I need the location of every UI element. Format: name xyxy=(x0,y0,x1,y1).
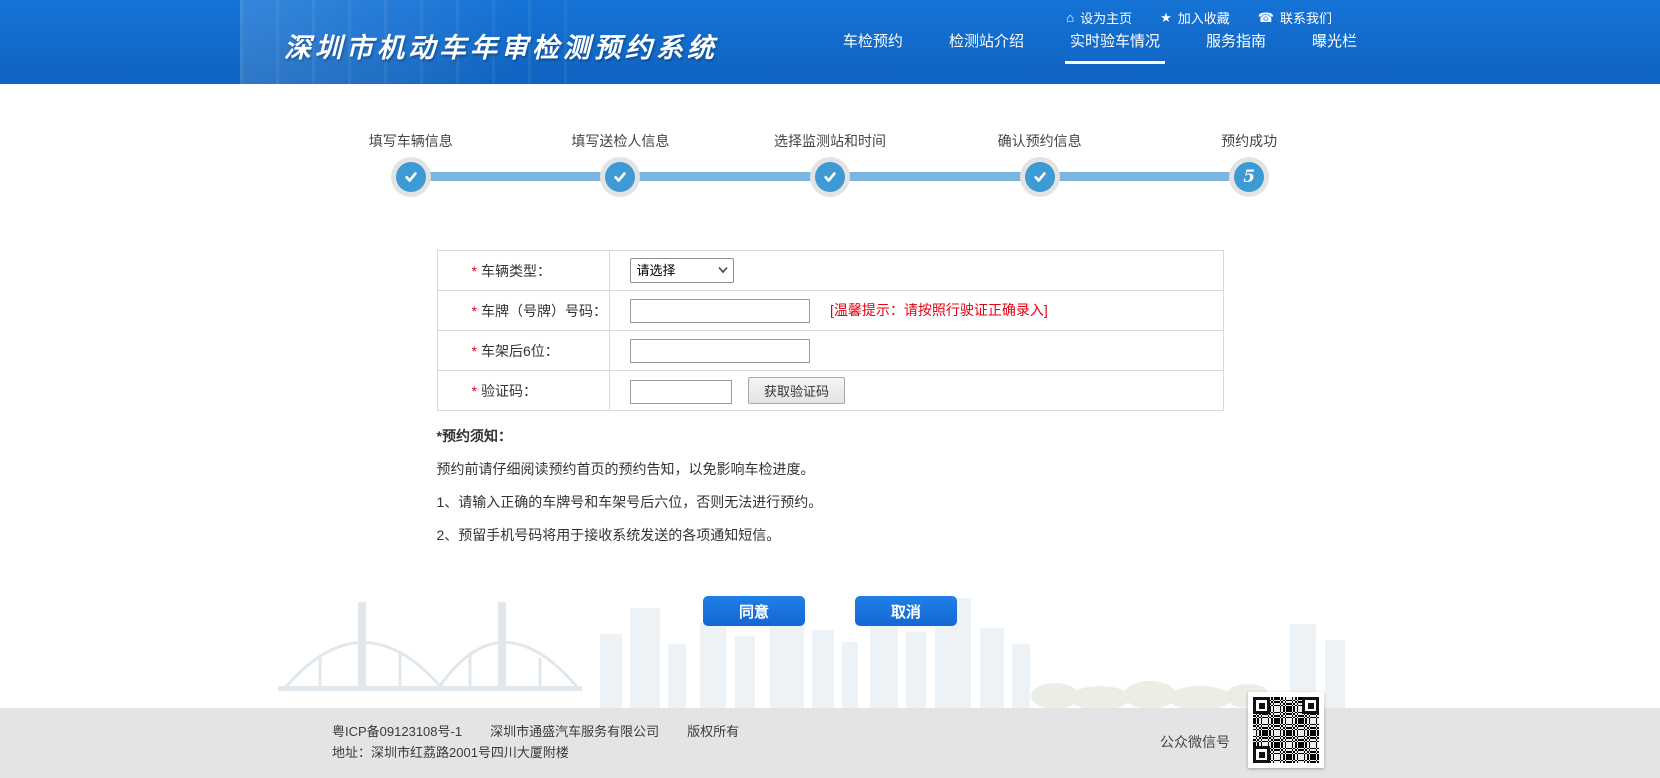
plate-number-hint: [温馨提示：请按照行驶证正确录入] xyxy=(830,302,1048,318)
main-nav: 车检预约 检测站介绍 实时验车情况 服务指南 曝光栏 xyxy=(820,32,1380,64)
set-homepage-label: 设为主页 xyxy=(1080,8,1132,27)
step-5-marker: 5 xyxy=(1234,162,1264,192)
wechat-qr-code xyxy=(1248,692,1324,768)
step-label: 确认预约信息 xyxy=(998,132,1082,150)
step-2-fill-inspector-info: 填写送检人信息 xyxy=(516,132,726,192)
step-3-marker xyxy=(815,162,845,192)
appointment-form-table: *车辆类型： 请选择 *车牌（号牌）号码： [温馨提示：请按照行驶证正确录入] xyxy=(437,250,1224,411)
step-label: 选择监测站和时间 xyxy=(774,132,886,150)
form-row-captcha: *验证码： 获取验证码 xyxy=(437,371,1223,411)
captcha-label: 验证码： xyxy=(481,383,537,399)
cancel-button[interactable]: 取消 xyxy=(855,596,957,626)
chassis-last6-input-cell xyxy=(609,331,1223,371)
nav-item-realtime-inspection-status[interactable]: 实时验车情况 xyxy=(1047,32,1183,64)
vehicle-type-label-cell: *车辆类型： xyxy=(437,251,609,291)
required-asterisk: * xyxy=(472,343,477,359)
contact-us-link[interactable]: ☎ 联系我们 xyxy=(1258,8,1332,27)
required-asterisk: * xyxy=(472,263,477,279)
form-row-chassis-last6: *车架后6位： xyxy=(437,331,1223,371)
notice-intro: 预约前请仔细阅读预约首页的预约告知，以免影响车检进度。 xyxy=(437,460,1224,478)
contact-us-label: 联系我们 xyxy=(1280,8,1332,27)
topbar: ⌂ 设为主页 ★ 加入收藏 ☎ 联系我们 xyxy=(1066,8,1332,27)
qr-finder-icon xyxy=(1302,697,1319,714)
vehicle-type-select[interactable]: 请选择 xyxy=(630,258,734,283)
captcha-input-cell: 获取验证码 xyxy=(609,371,1223,411)
site-header: ⌂ 设为主页 ★ 加入收藏 ☎ 联系我们 深圳市机动车年审检测预约系统 车检预约… xyxy=(0,0,1660,84)
star-icon: ★ xyxy=(1160,11,1172,24)
wechat-account-label: 公众微信号 xyxy=(1160,732,1230,752)
get-captcha-button[interactable]: 获取验证码 xyxy=(748,377,845,404)
chassis-last6-label: 车架后6位： xyxy=(481,343,559,359)
form-row-plate-number: *车牌（号牌）号码： [温馨提示：请按照行驶证正确录入] xyxy=(437,291,1223,331)
agree-button[interactable]: 同意 xyxy=(703,596,805,626)
phone-icon: ☎ xyxy=(1258,11,1274,24)
required-asterisk: * xyxy=(472,303,477,319)
footer-text: 粤ICP备09123108号-1 深圳市通盛汽车服务有限公司 版权所有 地址：深圳市… xyxy=(280,708,739,763)
page: ⌂ 设为主页 ★ 加入收藏 ☎ 联系我们 深圳市机动车年审检测预约系统 车检预约… xyxy=(0,0,1660,778)
chassis-last6-input[interactable] xyxy=(630,339,810,363)
appointment-notice: *预约须知： 预约前请仔细阅读预约首页的预约告知，以免影响车检进度。 1、请输入… xyxy=(437,427,1224,544)
add-favorites-label: 加入收藏 xyxy=(1178,8,1230,27)
footer-inner: 粤ICP备09123108号-1 深圳市通盛汽车服务有限公司 版权所有 地址：深圳市… xyxy=(280,708,1380,778)
nav-item-service-guide[interactable]: 服务指南 xyxy=(1183,32,1289,64)
check-icon xyxy=(1032,169,1048,185)
step-4-marker xyxy=(1025,162,1055,192)
page-footer: 粤ICP备09123108号-1 深圳市通盛汽车服务有限公司 版权所有 地址：深圳市… xyxy=(0,708,1660,778)
nav-item-vehicle-inspection-booking[interactable]: 车检预约 xyxy=(820,32,926,64)
step-2-marker xyxy=(605,162,635,192)
captcha-label-cell: *验证码： xyxy=(437,371,609,411)
plate-number-label-cell: *车牌（号牌）号码： xyxy=(437,291,609,331)
step-4-confirm-appointment: 确认预约信息 xyxy=(935,132,1145,192)
notice-title: *预约须知： xyxy=(437,427,1224,445)
set-homepage-link[interactable]: ⌂ 设为主页 xyxy=(1066,8,1132,27)
notice-item-2: 2、预留手机号码将用于接收系统发送的各项通知短信。 xyxy=(437,526,1224,544)
plate-number-input-cell: [温馨提示：请按照行驶证正确录入] xyxy=(609,291,1223,331)
chassis-last6-label-cell: *车架后6位： xyxy=(437,331,609,371)
step-5-appointment-success: 预约成功 5 xyxy=(1144,132,1354,192)
qr-finder-icon xyxy=(1253,697,1270,714)
check-icon xyxy=(612,169,628,185)
step-label: 预约成功 xyxy=(1221,132,1277,150)
company-address: 地址：深圳市红荔路2001号四川大厦附楼 xyxy=(332,742,739,763)
progress-steps: 填写车辆信息 填写送检人信息 选择监测站和时间 确认预约信息 预约成功 xyxy=(306,132,1354,192)
footer-right: 公众微信号 xyxy=(1160,708,1324,768)
plate-number-input[interactable] xyxy=(630,299,810,323)
captcha-input[interactable] xyxy=(630,380,732,404)
check-icon xyxy=(403,169,419,185)
form-row-vehicle-type: *车辆类型： 请选择 xyxy=(437,251,1223,291)
vehicle-type-select-wrap: 请选择 xyxy=(630,258,734,283)
site-title: 深圳市机动车年审检测预约系统 xyxy=(284,26,718,65)
footer-line1: 粤ICP备09123108号-1 深圳市通盛汽车服务有限公司 版权所有 xyxy=(332,721,739,742)
vehicle-type-label: 车辆类型： xyxy=(481,263,551,279)
vehicle-type-input-cell: 请选择 xyxy=(609,251,1223,291)
header-inner: ⌂ 设为主页 ★ 加入收藏 ☎ 联系我们 深圳市机动车年审检测预约系统 车检预约… xyxy=(280,0,1380,84)
icp-number: 粤ICP备09123108号-1 xyxy=(332,724,462,739)
required-asterisk: * xyxy=(472,383,477,399)
qr-finder-icon xyxy=(1253,746,1270,763)
nav-item-exposure-board[interactable]: 曝光栏 xyxy=(1289,32,1380,64)
step-1-marker xyxy=(396,162,426,192)
nav-item-station-introduction[interactable]: 检测站介绍 xyxy=(926,32,1047,64)
step-number: 5 xyxy=(1243,169,1255,186)
plate-number-label: 车牌（号牌）号码： xyxy=(481,303,607,319)
copyright-label: 版权所有 xyxy=(687,724,739,739)
notice-item-1: 1、请输入正确的车牌号和车架号后六位，否则无法进行预约。 xyxy=(437,493,1224,511)
step-1-fill-vehicle-info: 填写车辆信息 xyxy=(306,132,516,192)
step-3-choose-station-time: 选择监测站和时间 xyxy=(725,132,935,192)
add-favorites-link[interactable]: ★ 加入收藏 xyxy=(1160,8,1230,27)
company-name: 深圳市通盛汽车服务有限公司 xyxy=(490,724,659,739)
action-buttons: 同意 取消 xyxy=(0,596,1660,626)
home-icon: ⌂ xyxy=(1066,11,1074,24)
step-label: 填写车辆信息 xyxy=(369,132,453,150)
check-icon xyxy=(822,169,838,185)
step-label: 填写送检人信息 xyxy=(571,132,669,150)
